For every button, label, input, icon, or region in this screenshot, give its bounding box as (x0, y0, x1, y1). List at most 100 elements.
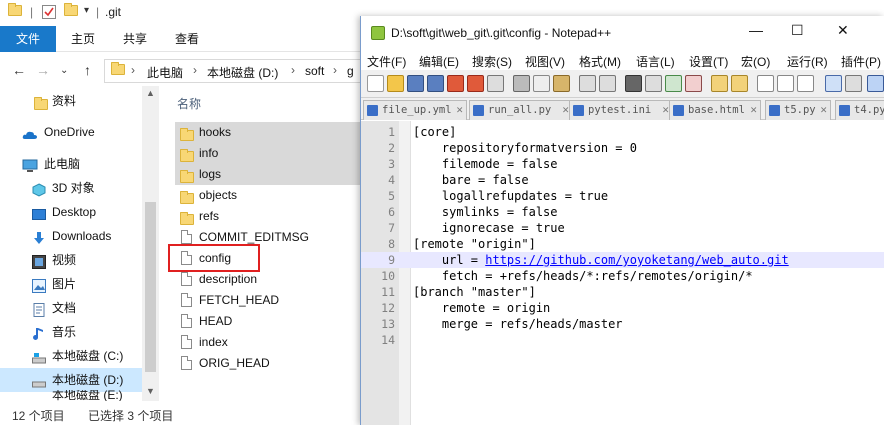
code-line[interactable]: 9 url = https://github.com/yoyoketang/we… (361, 252, 884, 268)
menu-view[interactable]: 视图(V) (525, 53, 565, 70)
scrollbar-thumb[interactable] (145, 202, 156, 372)
print-icon[interactable] (487, 75, 504, 92)
breadcrumb-git[interactable]: g (347, 64, 354, 78)
tab-home[interactable]: 主页 (60, 26, 106, 52)
find-icon[interactable] (625, 75, 642, 92)
new-folder-icon[interactable] (64, 3, 78, 19)
menu-file[interactable]: 文件(F) (367, 53, 406, 70)
sidebar-item-onedrive[interactable]: OneDrive (0, 120, 142, 144)
sidebar-item-drive-e[interactable]: 本地磁盘 (E:) (0, 390, 142, 401)
breadcrumb-soft[interactable]: soft (305, 64, 324, 78)
maximize-button[interactable]: ☐ (791, 22, 804, 39)
word-wrap-icon[interactable] (757, 75, 774, 92)
close-icon[interactable]: ✕ (820, 101, 827, 119)
code-line[interactable]: 7 ignorecase = true (361, 220, 884, 236)
file-row[interactable]: info (175, 143, 360, 164)
file-row[interactable]: HEAD (175, 311, 360, 332)
new-file-icon[interactable] (367, 75, 384, 92)
code-line[interactable]: 6 symlinks = false (361, 204, 884, 220)
paste-icon[interactable] (553, 75, 570, 92)
file-row[interactable]: objects (175, 185, 360, 206)
indent-guide-icon[interactable] (797, 75, 814, 92)
undo-icon[interactable] (579, 75, 596, 92)
zoom-in-icon[interactable] (665, 75, 682, 92)
file-row[interactable]: index (175, 332, 360, 353)
menu-run[interactable]: 运行(R) (787, 53, 828, 70)
tab-file-up-yml[interactable]: file_up.yml ✕ (363, 100, 467, 120)
back-arrow-icon[interactable]: ← (12, 62, 26, 78)
code-line[interactable]: 1 [core] (361, 124, 884, 140)
close-icon[interactable]: ✕ (456, 101, 463, 119)
replace-icon[interactable] (645, 75, 662, 92)
tab-t5-py[interactable]: t5.py ✕ (765, 100, 831, 120)
copy-icon[interactable] (533, 75, 550, 92)
close-button[interactable]: ✕ (837, 22, 849, 39)
doc-map-icon[interactable] (825, 75, 842, 92)
file-row[interactable]: refs (175, 206, 360, 227)
sidebar-item-videos[interactable]: 视频 (0, 248, 142, 272)
sidebar-item-music[interactable]: 音乐 (0, 320, 142, 344)
sidebar-item-desktop[interactable]: Desktop (0, 200, 142, 224)
open-file-icon[interactable] (387, 75, 404, 92)
code-line[interactable]: 4 bare = false (361, 172, 884, 188)
close-file-icon[interactable] (447, 75, 464, 92)
tab-view[interactable]: 查看 (164, 26, 210, 52)
close-all-icon[interactable] (467, 75, 484, 92)
column-header-name[interactable]: 名称 (177, 95, 201, 112)
file-row[interactable]: logs (175, 164, 360, 185)
sidebar-item-drive-c[interactable]: 本地磁盘 (C:) (0, 344, 142, 368)
tab-base-html[interactable]: base.html ✕ (669, 100, 761, 120)
breadcrumb-drive-d[interactable]: 本地磁盘 (D:) (207, 64, 278, 81)
sync-horizontal-icon[interactable] (731, 75, 748, 92)
code-line[interactable]: 12 remote = origin (361, 300, 884, 316)
sidebar-item-pictures[interactable]: 图片 (0, 272, 142, 296)
scroll-down-icon[interactable]: ▼ (146, 386, 155, 396)
zoom-out-icon[interactable] (685, 75, 702, 92)
menu-edit[interactable]: 编辑(E) (419, 53, 459, 70)
save-all-icon[interactable] (427, 75, 444, 92)
sync-scroll-icon[interactable] (711, 75, 728, 92)
file-row[interactable]: description (175, 269, 360, 290)
sidebar-item-3d-objects[interactable]: 3D 对象 (0, 176, 142, 200)
up-arrow-icon[interactable]: ↑ (84, 62, 91, 78)
tab-pytest-ini[interactable]: pytest.ini ✕ (569, 100, 673, 120)
breadcrumb-this-pc[interactable]: 此电脑 (147, 64, 183, 81)
forward-arrow-icon[interactable]: → (36, 62, 50, 78)
menu-plugins[interactable]: 插件(P) (841, 53, 881, 70)
sidebar-item-documents[interactable]: 文档 (0, 296, 142, 320)
sidebar-item-downloads[interactable]: Downloads (0, 224, 142, 248)
recent-dropdown-icon[interactable]: ⌄ (60, 65, 68, 76)
tab-t4-py[interactable]: t4.py (835, 100, 884, 120)
menu-language[interactable]: 语言(L) (636, 53, 675, 70)
minimize-button[interactable]: — (749, 22, 763, 38)
file-row[interactable]: FETCH_HEAD (175, 290, 360, 311)
menu-settings[interactable]: 设置(T) (689, 53, 728, 70)
file-row[interactable]: ORIG_HEAD (175, 353, 360, 374)
code-line[interactable]: 8 [remote "origin"] (361, 236, 884, 252)
code-line[interactable]: 3 filemode = false (361, 156, 884, 172)
close-icon[interactable]: ✕ (562, 101, 569, 119)
sidebar-item-this-pc[interactable]: 此电脑 (0, 152, 142, 176)
sidebar-scrollbar[interactable]: ▲ ▼ (142, 86, 159, 401)
code-line[interactable]: 5 logallrefupdates = true (361, 188, 884, 204)
code-line[interactable]: 11 [branch "master"] (361, 284, 884, 300)
sidebar-item-drive-d[interactable]: 本地磁盘 (D:) (0, 368, 142, 392)
code-editor[interactable]: 1 [core] 2 repositoryformatversion = 03 fi… (361, 121, 884, 425)
code-line[interactable]: 10 fetch = +refs/heads/*:refs/remotes/or… (361, 268, 884, 284)
save-icon[interactable] (407, 75, 424, 92)
tab-run-all-py[interactable]: run_all.py ✕ (469, 100, 573, 120)
code-line[interactable]: 2 repositoryformatversion = 0 (361, 140, 884, 156)
code-line[interactable]: 13 merge = refs/heads/master (361, 316, 884, 332)
menu-format[interactable]: 格式(M) (579, 53, 621, 70)
properties-icon[interactable] (42, 5, 56, 19)
menu-macro[interactable]: 宏(O) (741, 53, 770, 70)
redo-icon[interactable] (599, 75, 616, 92)
close-icon[interactable]: ✕ (750, 101, 757, 119)
code-line[interactable]: 14 (361, 332, 884, 348)
url-link[interactable]: https://github.com/yoyoketang/web_auto.g… (485, 253, 788, 267)
sidebar-item-ziliao[interactable]: 资料 (0, 89, 142, 113)
function-list-icon[interactable] (845, 75, 862, 92)
tab-share[interactable]: 共享 (112, 26, 158, 52)
file-row[interactable]: hooks (175, 122, 360, 143)
tab-file[interactable]: 文件 (0, 26, 56, 52)
